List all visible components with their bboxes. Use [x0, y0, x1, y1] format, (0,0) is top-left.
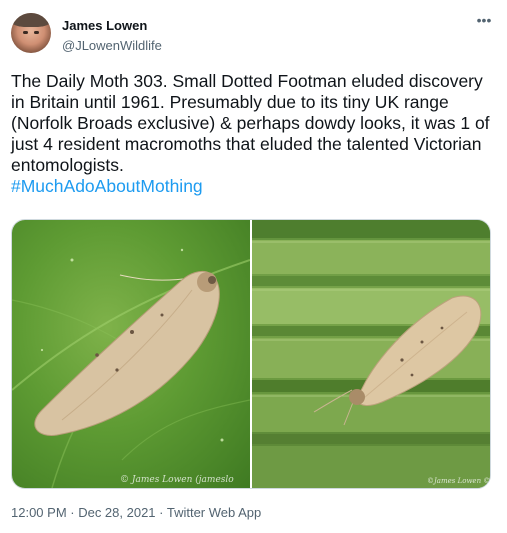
tweet-timestamp[interactable]: 12:00 PM · Dec 28, 2021 · Twitter Web Ap…: [11, 505, 261, 520]
hashtag-link[interactable]: #MuchAdoAboutMothing: [11, 176, 203, 196]
author-handle[interactable]: @JLowenWildlife: [62, 38, 162, 53]
moth-photo-on-reed[interactable]: ©James Lowen ©: [252, 220, 491, 488]
avatar[interactable]: [11, 13, 51, 53]
tweet-text: The Daily Moth 303. Small Dotted Footman…: [11, 71, 495, 197]
photo-credit: ©James Lowen ©: [427, 477, 491, 485]
moth-photo-on-leaf[interactable]: © James Lowen (jameslo: [12, 220, 250, 488]
photo-credit: © James Lowen (jameslo: [120, 475, 234, 485]
author-name[interactable]: James Lowen: [62, 18, 147, 33]
tweet-body: The Daily Moth 303. Small Dotted Footman…: [11, 71, 490, 175]
tweet: James Lowen @JLowenWildlife ••• The Dail…: [0, 0, 507, 533]
more-horizontal-icon[interactable]: •••: [474, 13, 494, 27]
media-grid: © James Lowen (jameslo ©James Lowen ©: [11, 219, 491, 489]
